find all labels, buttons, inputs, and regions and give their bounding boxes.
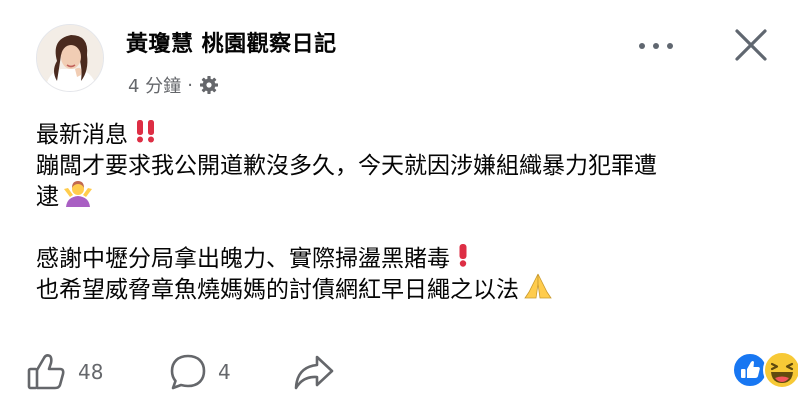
share-arrow-icon [294,355,334,390]
more-dots-icon [639,43,673,49]
post-line: 也希望威脅章魚燒媽媽的討債網紅早日繩之以法 [36,272,776,309]
meta-separator: · [187,74,193,96]
folded-hands-icon [523,272,553,309]
post-text: 蹦闆才要求我公開道歉沒多久，今天就因涉嫌組織暴力犯罪遭 [36,153,657,179]
more-options-button[interactable] [632,34,680,58]
like-reaction-icon [732,352,768,388]
close-icon [735,29,767,61]
post-line: 逮 [36,179,776,216]
post-line: 感謝中壢分局拿出魄力、實際掃盪黑賭毒 [36,244,776,275]
thumbs-up-icon [27,354,65,390]
comment-count: 4 [218,360,231,384]
gear-icon [199,75,219,95]
share-button[interactable] [292,352,336,392]
post-text: 最新消息 [36,122,128,148]
like-button[interactable]: 48 [26,352,103,392]
double-exclamation-icon [132,118,160,153]
post-time[interactable]: 4 分鐘 [128,72,181,98]
reactions-summary[interactable] [730,350,798,390]
close-button[interactable] [726,20,776,70]
post-text: 逮 [36,184,59,210]
post-text: 感謝中壢分局拿出魄力、實際掃盪黑賭毒 [36,246,450,272]
haha-reaction-icon [763,351,798,389]
post-line: 最新消息 [36,120,776,151]
avatar-image [37,25,103,91]
post-text: 也希望威脅章魚燒媽媽的討債網紅早日繩之以法 [36,277,519,303]
post-actions: 48 4 [26,346,798,398]
profile-avatar[interactable] [36,24,104,92]
author-name[interactable]: 黃瓊慧 桃園觀察日記 [126,26,337,58]
post-body: 最新消息 蹦闆才要求我公開道歉沒多久，今天就因涉嫌組織暴力犯罪遭 逮 感謝中壢分… [36,120,776,306]
exclamation-icon [454,242,472,277]
comment-button[interactable]: 4 [168,352,231,392]
comment-bubble-icon [170,354,206,390]
post-meta: 4 分鐘 · [128,72,219,98]
person-shrugging-icon [63,179,93,216]
post-line: 蹦闆才要求我公開道歉沒多久，今天就因涉嫌組織暴力犯罪遭 [36,151,776,182]
like-count: 48 [78,360,104,384]
